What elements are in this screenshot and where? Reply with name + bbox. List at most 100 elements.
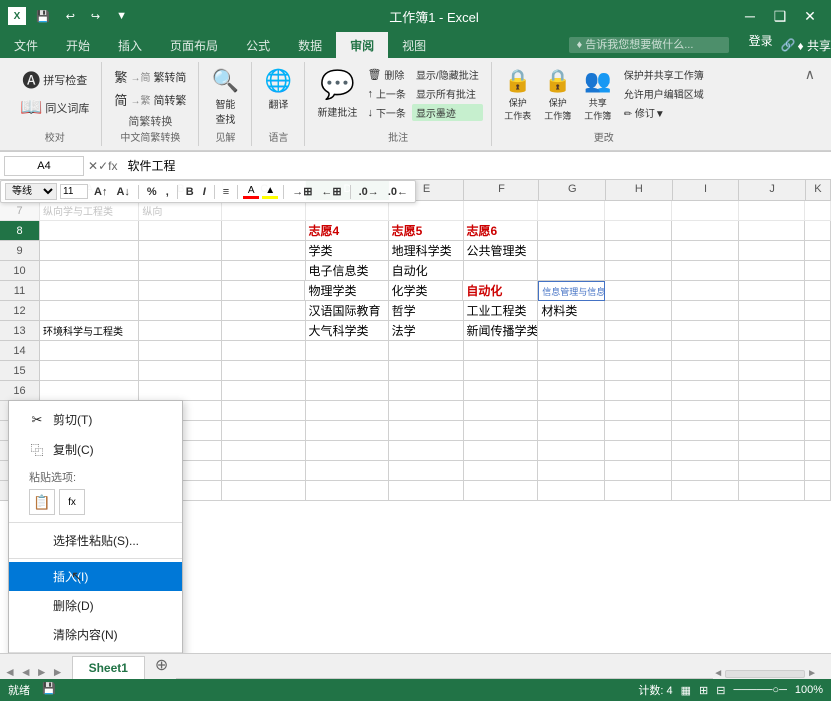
cell-empty[interactable]: [306, 381, 389, 401]
cell-empty[interactable]: [739, 381, 806, 401]
cell-e13[interactable]: 法学: [389, 321, 464, 341]
cell-empty[interactable]: [538, 481, 605, 501]
view-normal[interactable]: ▦: [681, 684, 691, 697]
col-header-h[interactable]: H: [606, 180, 673, 200]
cell-empty[interactable]: [222, 381, 305, 401]
cell-empty[interactable]: [605, 381, 672, 401]
font-shrink-button[interactable]: A↓: [113, 185, 132, 199]
cell-a7[interactable]: 纵向学与工程类: [40, 201, 139, 221]
row-header-16[interactable]: 16: [0, 381, 40, 401]
hscroll-right[interactable]: ►: [807, 668, 817, 679]
cell-c12[interactable]: [222, 301, 305, 321]
cell-g12[interactable]: 材料类: [538, 301, 605, 321]
cell-f12[interactable]: 工业工程类: [464, 301, 539, 321]
cell-c8[interactable]: [222, 221, 305, 241]
chinese-conversion-button[interactable]: 简繁转换: [124, 112, 176, 130]
increase-indent-button[interactable]: →⊞: [289, 184, 315, 199]
cell-empty[interactable]: [672, 461, 739, 481]
row-header-10[interactable]: 10: [0, 261, 40, 281]
cell-empty[interactable]: [605, 401, 672, 421]
protect-share-button[interactable]: 保护并共享工作簿: [620, 66, 708, 83]
cell-empty[interactable]: [222, 361, 305, 381]
show-ink-button[interactable]: 显示墨迹: [412, 104, 483, 121]
cell-empty[interactable]: [739, 441, 806, 461]
tab-home[interactable]: 开始: [52, 32, 104, 58]
cell-empty[interactable]: [672, 421, 739, 441]
save-button[interactable]: 💾: [32, 8, 54, 25]
cell-empty[interactable]: [672, 481, 739, 501]
cell-empty[interactable]: [538, 461, 605, 481]
cell-j10[interactable]: [739, 261, 806, 281]
bold-button[interactable]: B: [183, 185, 197, 199]
sheet-tab-add[interactable]: ⊕: [147, 651, 176, 679]
tab-insert[interactable]: 插入: [104, 32, 156, 58]
cell-empty[interactable]: [306, 441, 389, 461]
cell-empty[interactable]: [306, 401, 389, 421]
cell-k7[interactable]: [805, 201, 831, 221]
cell-empty[interactable]: [538, 441, 605, 461]
protect-sheet-button[interactable]: 🔒 保护工作表: [500, 66, 536, 124]
sheet-nav-left2[interactable]: ◄: [20, 665, 32, 679]
cell-c10[interactable]: [222, 261, 305, 281]
cell-e9[interactable]: 地理科学类: [389, 241, 464, 261]
cell-a10[interactable]: [40, 261, 139, 281]
ctx-clear[interactable]: 清除内容(N): [9, 620, 182, 649]
cell-j13[interactable]: [739, 321, 806, 341]
cell-empty[interactable]: [605, 481, 672, 501]
paste-icon-1[interactable]: 📋: [29, 489, 55, 515]
hscroll-left[interactable]: ◄: [713, 668, 723, 679]
cell-b7[interactable]: 纵向: [139, 201, 222, 221]
restore-button[interactable]: ❑: [767, 6, 793, 26]
cell-g9[interactable]: [538, 241, 605, 261]
font-grow-button[interactable]: A↑: [91, 185, 110, 199]
row-header-15[interactable]: 15: [0, 361, 40, 381]
show-all-comments-button[interactable]: 显示所有批注: [412, 85, 483, 102]
cell-i8[interactable]: [672, 221, 739, 241]
cell-empty[interactable]: [306, 481, 389, 501]
align-center-button[interactable]: ≡: [220, 185, 232, 199]
cell-g14[interactable]: [538, 341, 605, 361]
cell-h9[interactable]: [605, 241, 672, 261]
share-workbook-button[interactable]: 👥 共享工作簿: [580, 66, 616, 124]
sheet-nav-right[interactable]: ►: [36, 665, 48, 679]
cell-empty[interactable]: [306, 461, 389, 481]
ctx-paste-special[interactable]: 选择性粘贴(S)...: [9, 526, 182, 555]
allow-edit-button[interactable]: 允许用户编辑区域: [620, 85, 708, 102]
cell-e11[interactable]: 化学类: [389, 281, 464, 301]
cell-g11[interactable]: 信息管理与信息系统: [538, 281, 605, 301]
cell-reference-box[interactable]: [4, 156, 84, 176]
cell-b14[interactable]: [139, 341, 222, 361]
font-selector[interactable]: 等线: [5, 183, 57, 200]
cell-k13[interactable]: [805, 321, 831, 341]
cell-empty[interactable]: [389, 481, 464, 501]
cell-empty[interactable]: [40, 361, 139, 381]
cell-e12[interactable]: 哲学: [389, 301, 464, 321]
cell-e8[interactable]: 志愿5: [389, 221, 464, 241]
cell-empty[interactable]: [805, 441, 831, 461]
cell-empty[interactable]: [464, 401, 539, 421]
cell-j14[interactable]: [739, 341, 806, 361]
minimize-button[interactable]: ─: [737, 6, 763, 26]
cell-empty[interactable]: [464, 361, 539, 381]
cell-empty[interactable]: [739, 461, 806, 481]
cell-j12[interactable]: [739, 301, 806, 321]
cell-empty[interactable]: [605, 421, 672, 441]
cell-i10[interactable]: [672, 261, 739, 281]
cell-empty[interactable]: [805, 361, 831, 381]
cell-empty[interactable]: [538, 381, 605, 401]
cell-b10[interactable]: [139, 261, 222, 281]
spellcheck-button[interactable]: 🅐 拼写检查: [18, 66, 91, 94]
cell-i14[interactable]: [672, 341, 739, 361]
share-button[interactable]: 🔗 ♦ 共享: [781, 32, 831, 58]
cell-b9[interactable]: [139, 241, 222, 261]
cell-f8[interactable]: 志愿6: [464, 221, 539, 241]
delete-comment-button[interactable]: 🗑删除: [363, 66, 410, 83]
cell-c7[interactable]: [222, 201, 305, 221]
cell-empty[interactable]: [389, 381, 464, 401]
cell-empty[interactable]: [222, 461, 305, 481]
ctx-delete[interactable]: 删除(D): [9, 591, 182, 620]
prev-comment-button[interactable]: ↑上一条: [363, 85, 410, 102]
cell-empty[interactable]: [222, 441, 305, 461]
cell-h11[interactable]: [605, 281, 672, 301]
cell-f9[interactable]: 公共管理类: [464, 241, 539, 261]
